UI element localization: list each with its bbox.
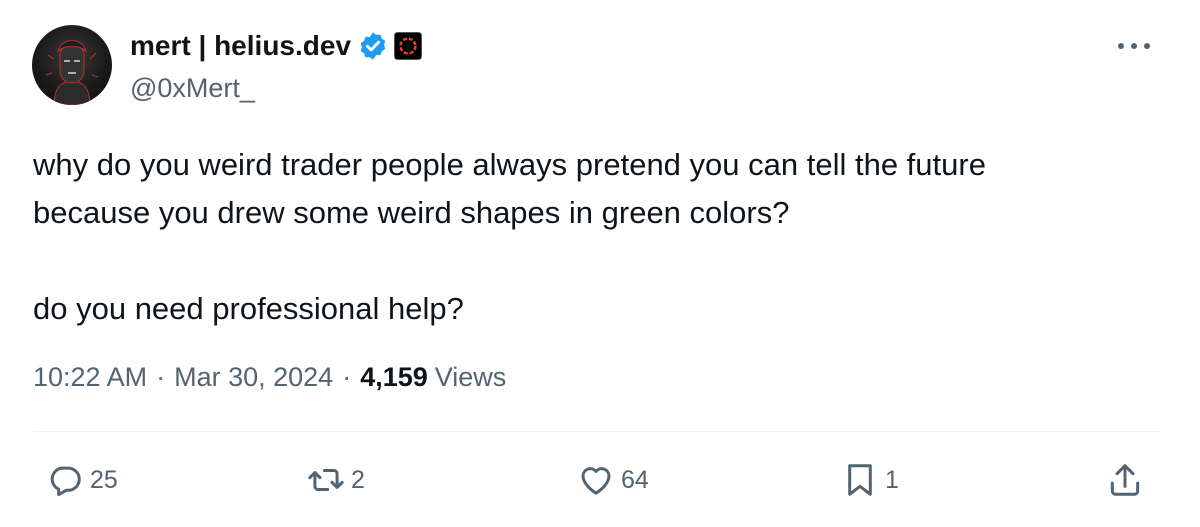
tweet-text: why do you weird trader people always pr…	[33, 141, 1153, 333]
author-display-name[interactable]: mert | helius.dev	[130, 30, 351, 62]
avatar[interactable]	[32, 25, 112, 105]
author-handle[interactable]: @0xMert_	[130, 73, 255, 104]
repost-button[interactable]: 2	[307, 460, 365, 500]
reply-icon	[50, 466, 81, 497]
reply-count: 25	[90, 465, 118, 494]
tweet-text-line: why do you weird trader people always pr…	[33, 147, 986, 182]
heart-icon	[581, 467, 611, 495]
like-count: 64	[621, 465, 649, 494]
bookmark-count: 1	[885, 465, 899, 494]
views-count: 4,159	[360, 362, 428, 392]
share-button[interactable]	[1106, 460, 1144, 500]
affiliate-badge-icon[interactable]	[394, 32, 423, 60]
tweet-text-line: because you drew some weird shapes in gr…	[33, 195, 790, 230]
views-label: Views	[434, 362, 507, 392]
tweet-metadata: 10:22 AM · Mar 30, 2024 · 4,159 Views	[33, 362, 506, 393]
like-button[interactable]: 64	[577, 460, 649, 500]
divider	[33, 431, 1160, 432]
more-dot-icon	[1118, 43, 1124, 49]
author-name-row: mert | helius.dev	[130, 28, 423, 64]
bookmark-icon	[848, 464, 872, 496]
meta-separator: ·	[156, 362, 166, 392]
more-horizontal-icon[interactable]	[1118, 36, 1150, 56]
tweet-time[interactable]: 10:22 AM	[33, 362, 147, 393]
tweet-text-line: do you need professional help?	[33, 291, 464, 326]
reply-button[interactable]: 25	[46, 460, 118, 500]
meta-separator: ·	[342, 362, 352, 392]
more-dot-icon	[1131, 43, 1137, 49]
share-icon	[1110, 464, 1140, 496]
tweet-date[interactable]: Mar 30, 2024	[174, 362, 333, 393]
verified-badge-icon	[360, 32, 386, 60]
repost-icon	[308, 468, 344, 492]
repost-count: 2	[351, 465, 365, 494]
bookmark-button[interactable]: 1	[841, 460, 899, 500]
more-dot-icon	[1144, 43, 1150, 49]
avatar-image	[45, 40, 99, 105]
